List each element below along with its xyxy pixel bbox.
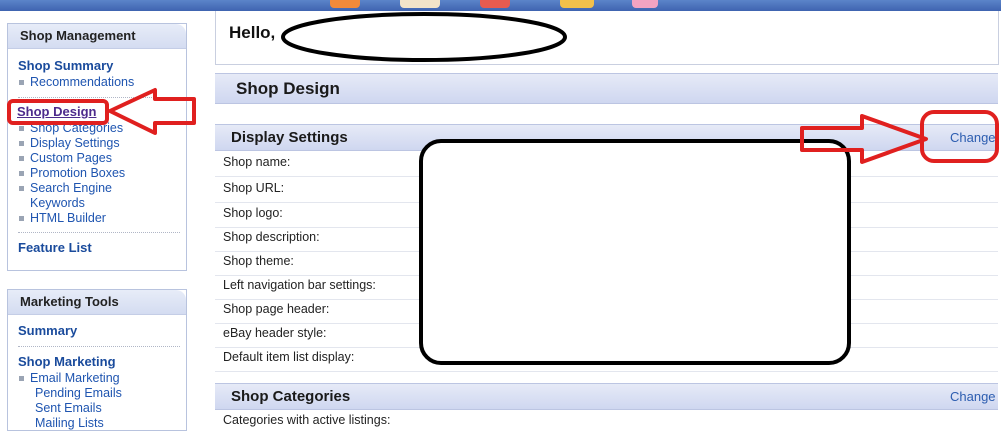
display-settings-header: Display Settings: [215, 124, 998, 151]
bullet-icon: [19, 126, 24, 131]
row-divider: [215, 347, 998, 348]
sidebar-html-builder[interactable]: HTML Builder: [30, 211, 106, 225]
shop-categories-change-link[interactable]: Change: [950, 389, 996, 404]
redaction-box: [419, 139, 851, 365]
setting-label: Shop description:: [223, 230, 320, 244]
greeting-text: Hello,: [229, 23, 276, 42]
row-divider: [215, 323, 998, 324]
bullet-icon: [19, 156, 24, 161]
setting-label: Shop page header:: [223, 302, 330, 316]
shop-categories-header: Shop Categories: [215, 383, 998, 410]
sidebar-keywords[interactable]: Keywords: [30, 196, 85, 210]
sidebar-shop-marketing[interactable]: Shop Marketing: [18, 354, 116, 369]
row-divider: [215, 371, 998, 372]
setting-label: Default item list display:: [223, 350, 355, 364]
row-divider: [215, 299, 998, 300]
sidebar-recommendations[interactable]: Recommendations: [30, 75, 134, 89]
divider: [18, 346, 180, 347]
sidebar-mailing-lists[interactable]: Mailing Lists: [35, 416, 104, 430]
sidebar-pending-emails[interactable]: Pending Emails: [35, 386, 122, 400]
sidebar-summary[interactable]: Summary: [18, 323, 77, 338]
row-divider: [215, 275, 998, 276]
setting-label: Left navigation bar settings:: [223, 278, 376, 292]
row-divider: [215, 227, 998, 228]
categories-active-listings-label: Categories with active listings:: [223, 413, 391, 427]
banner-graphic: [480, 0, 510, 8]
banner-graphic: [400, 0, 440, 8]
sidebar-shop-summary[interactable]: Shop Summary: [18, 58, 113, 73]
setting-label: Shop logo:: [223, 206, 283, 220]
bullet-icon: [19, 141, 24, 146]
sidebar-search-engine[interactable]: Search Engine: [30, 181, 112, 195]
bullet-icon: [19, 171, 24, 176]
row-divider: [215, 176, 998, 177]
shop-categories-title: Shop Categories: [231, 388, 351, 405]
sidebar-display-settings[interactable]: Display Settings: [30, 136, 120, 150]
sidebar-custom-pages[interactable]: Custom Pages: [30, 151, 112, 165]
divider: [18, 97, 180, 98]
sidebar-promotion-boxes[interactable]: Promotion Boxes: [30, 166, 125, 180]
banner-graphic: [330, 0, 360, 8]
bullet-icon: [19, 376, 24, 381]
shop-management-header: Shop Management: [8, 24, 186, 49]
setting-label: eBay header style:: [223, 326, 327, 340]
banner-graphic: [632, 0, 658, 8]
row-divider: [215, 251, 998, 252]
sidebar-sent-emails[interactable]: Sent Emails: [35, 401, 102, 415]
sidebar-shop-categories[interactable]: Shop Categories: [30, 121, 123, 135]
banner-graphic: [560, 0, 594, 8]
setting-label: Shop name:: [223, 155, 291, 169]
row-divider: [215, 202, 998, 203]
page-title: Shop Design: [236, 79, 340, 98]
setting-label: Shop URL:: [223, 181, 285, 195]
marketing-tools-header: Marketing Tools: [8, 290, 186, 315]
bullet-icon: [19, 186, 24, 191]
bullet-icon: [19, 80, 24, 85]
setting-label: Shop theme:: [223, 254, 294, 268]
sidebar-email-marketing[interactable]: Email Marketing: [30, 371, 120, 385]
display-settings-title: Display Settings: [231, 129, 348, 146]
shop-design-header: Shop Design: [215, 73, 998, 104]
display-settings-change-link[interactable]: Change: [950, 130, 996, 145]
divider: [18, 232, 180, 233]
top-banner: [0, 0, 1001, 11]
sidebar-feature-list[interactable]: Feature List: [18, 240, 92, 255]
greeting-box: Hello,: [215, 11, 999, 65]
bullet-icon: [19, 216, 24, 221]
sidebar-shop-design[interactable]: Shop Design: [17, 104, 96, 119]
